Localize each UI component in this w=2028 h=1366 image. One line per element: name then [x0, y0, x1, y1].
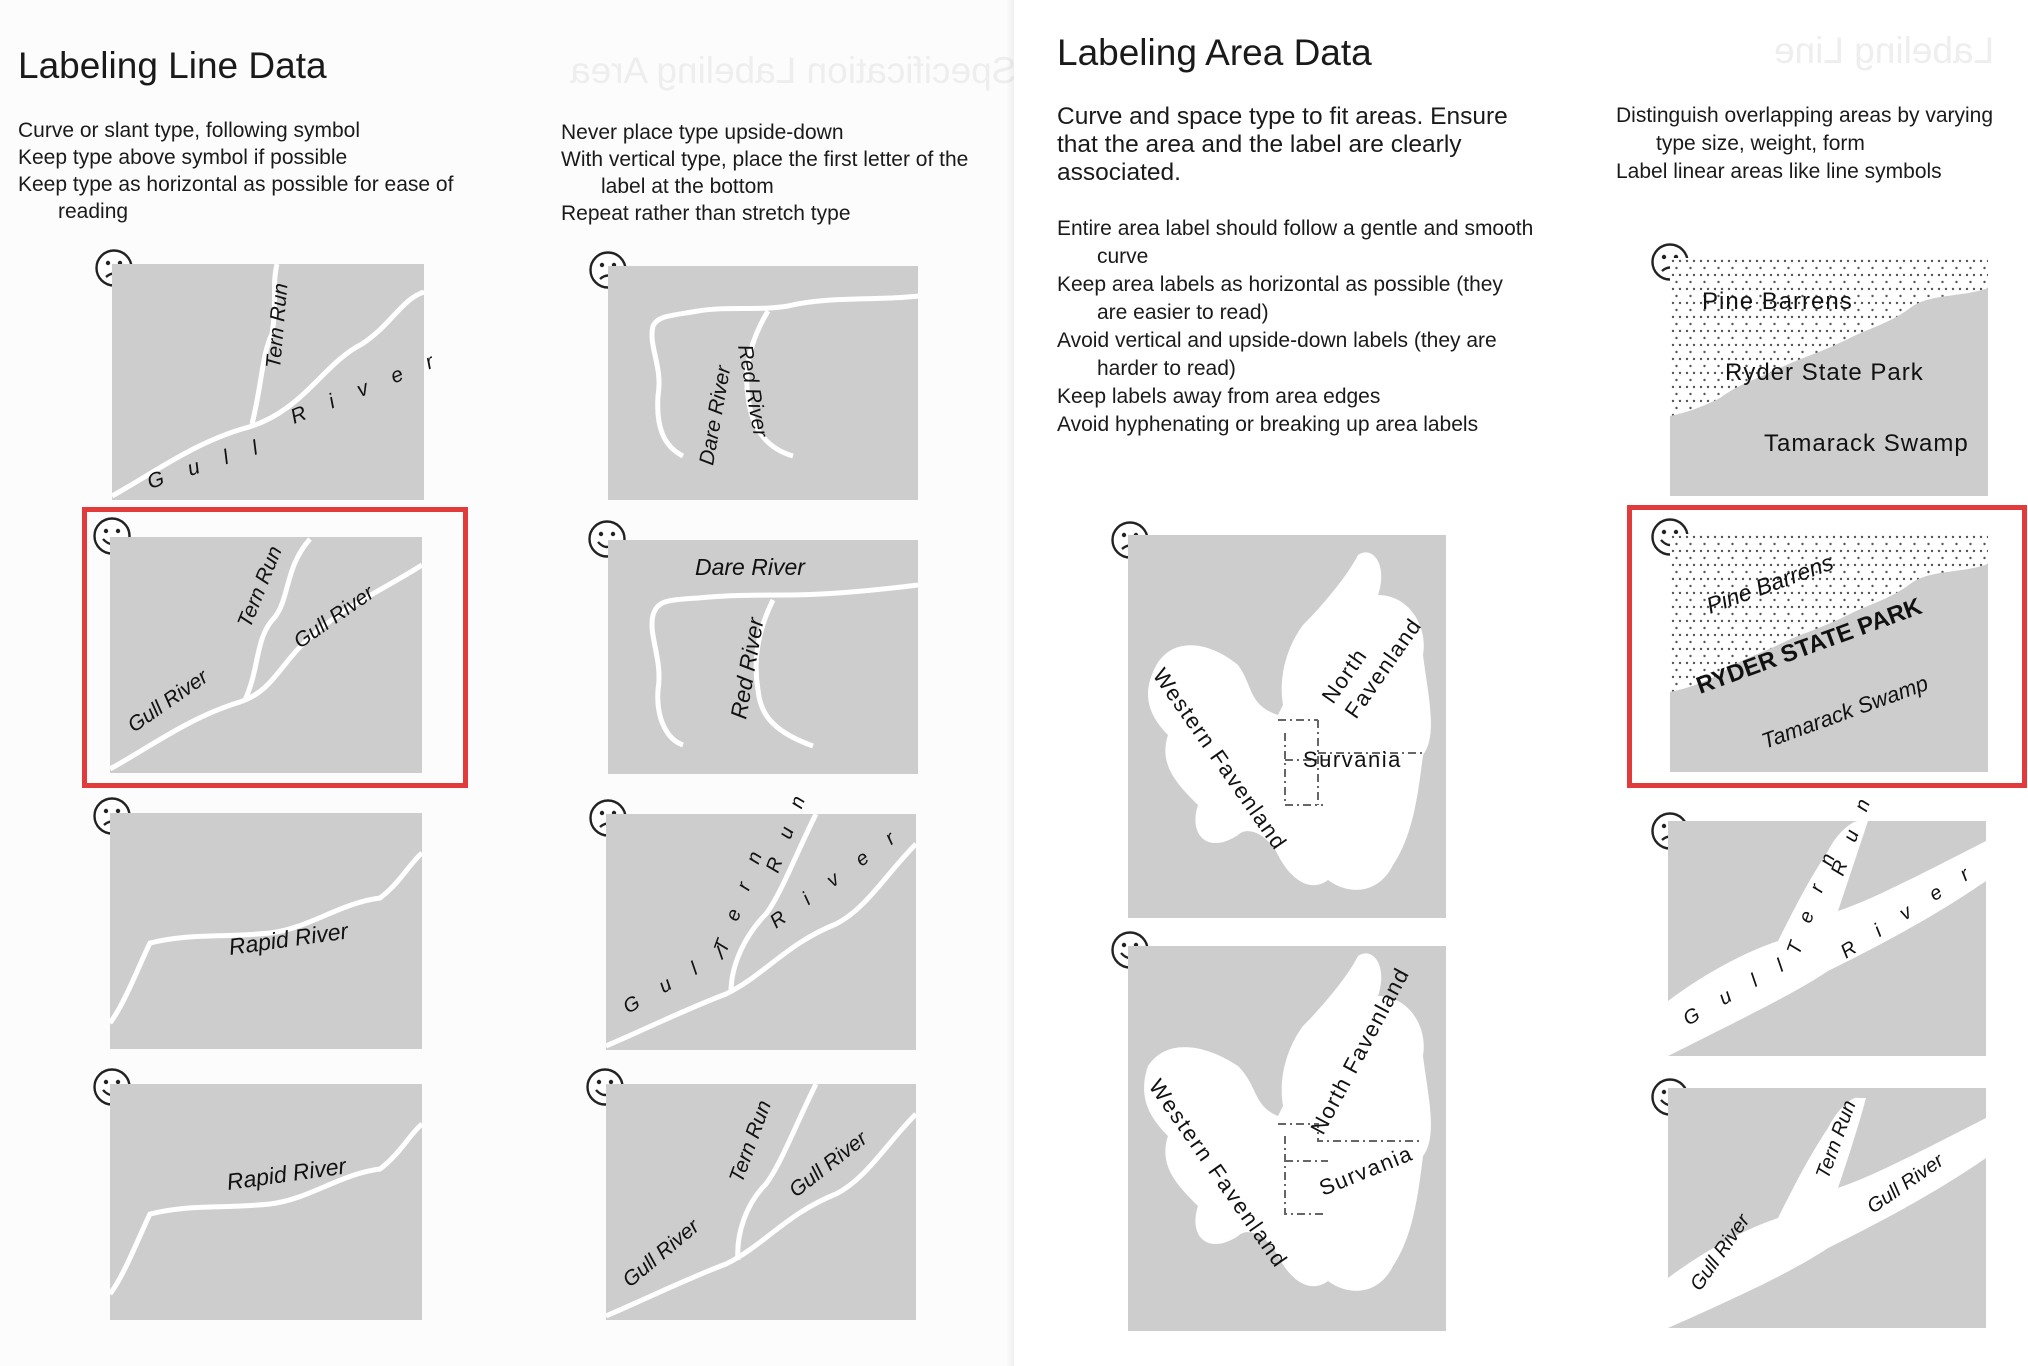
- highlight-box: [82, 507, 468, 788]
- highlight-box: [1627, 505, 2027, 788]
- guideline-item: Keep type above symbol if possible: [18, 146, 348, 169]
- guideline-item: Avoid vertical and upside-down labels (t…: [1057, 329, 1497, 380]
- tamarack-swamp-label: Tamarack Swamp: [1764, 430, 1969, 457]
- area-guidelines-column-2: Distinguish overlapping areas by varying…: [1616, 102, 2026, 186]
- guidelines-column-2: Never place type upside-down With vertic…: [561, 119, 1011, 227]
- guideline-item: Avoid hyphenating or breaking up area la…: [1057, 413, 1479, 436]
- guideline-item: Repeat rather than stretch type: [561, 202, 851, 225]
- map-panel-bad-vertical: Dare River Red River: [608, 266, 919, 500]
- guideline-item: Never place type upside-down: [561, 121, 844, 144]
- left-page: Line Specification Labeling Area Labelin…: [0, 0, 1097, 1366]
- map-panel-linear-good: Gull River Tern Run Gull River: [1668, 1088, 1986, 1328]
- pine-barrens-label: Pine Barrens: [1702, 288, 1853, 315]
- map-panel-good-curved-2: Tern Run Gull River Gull River: [605, 1082, 918, 1320]
- map-panel-linear-bad: G u l l T e r n R u n R i v e r: [1668, 789, 1986, 1056]
- guideline-item: Keep type as horizontal as possible for …: [18, 173, 454, 223]
- map-panel-countries-bad: Western Favenland North Favenland Survan…: [1128, 535, 1446, 918]
- guideline-item: Curve or slant type, following symbol: [18, 119, 360, 142]
- guidelines-column-1: Curve or slant type, following symbol Ke…: [18, 117, 478, 225]
- right-page: Labeling Line Labeling Area Data Curve a…: [1014, 0, 2028, 1366]
- page-title: Labeling Line Data: [18, 45, 327, 86]
- survania-label: Survania: [1303, 747, 1402, 772]
- map-panel-bad-spaced: G u l l T e r n R u n R i v e r: [605, 786, 918, 1050]
- ryder-state-park-label: Ryder State Park: [1725, 359, 1924, 386]
- guideline-item: Keep labels away from area edges: [1057, 385, 1381, 408]
- map-panel-countries-good: Western Favenland North Favenland Survan…: [1128, 946, 1446, 1331]
- map-panel-good-vertical: Dare River Red River: [608, 540, 919, 774]
- page-title: Labeling Area Data: [1057, 32, 1372, 73]
- guideline-item: With vertical type, place the first lett…: [561, 148, 969, 198]
- area-guidelines-column-1: Entire area label should follow a gentle…: [1057, 215, 1537, 439]
- guideline-item: Keep area labels as horizontal as possib…: [1057, 273, 1503, 324]
- map-panel-bad-curved-spaced: Tern Run G u l l R i v e r: [110, 263, 446, 500]
- dare-river-label: Dare River: [695, 554, 806, 580]
- map-panel-overlap-bad: Pine Barrens Ryder State Park Tamarack S…: [1670, 258, 1988, 496]
- guideline-item: Entire area label should follow a gentle…: [1057, 217, 1534, 268]
- map-panel-bad-straight: Rapid River: [107, 813, 424, 1049]
- bleed-through-text: Labeling Line: [1774, 30, 1995, 71]
- map-panel-good-straight: Rapid River: [107, 1084, 424, 1320]
- intro-paragraph: Curve and space type to fit areas. Ensur…: [1057, 103, 1508, 186]
- guideline-item: Label linear areas like line symbols: [1616, 160, 1942, 183]
- guideline-item: Distinguish overlapping areas by varying…: [1616, 104, 1994, 155]
